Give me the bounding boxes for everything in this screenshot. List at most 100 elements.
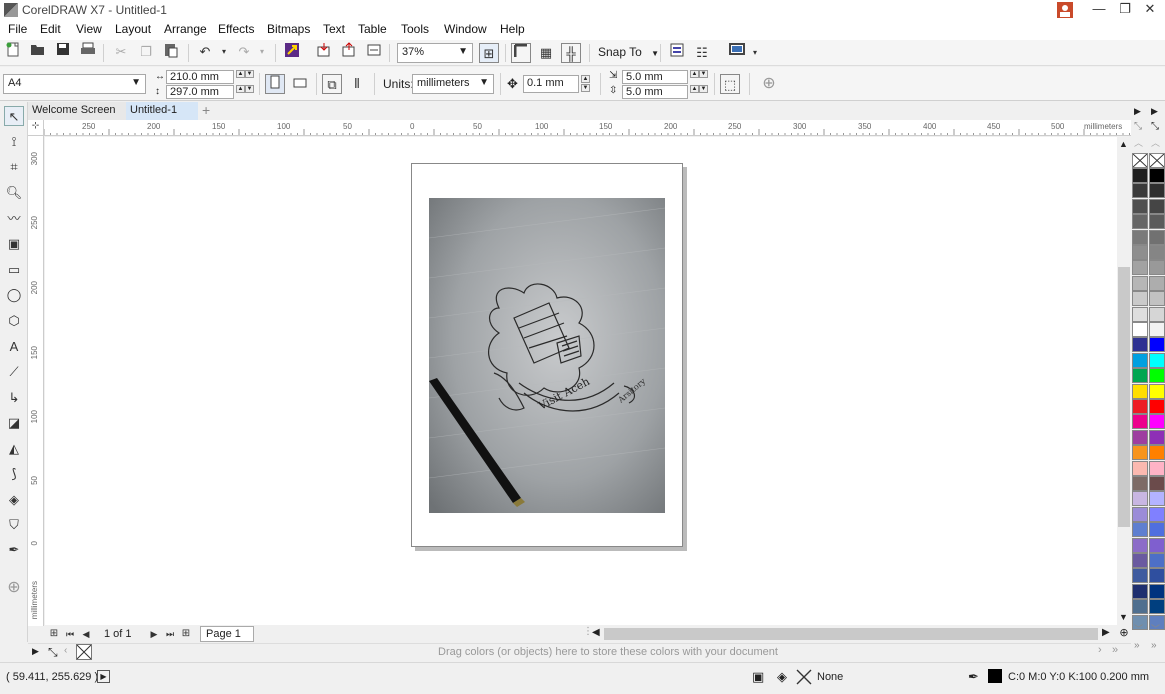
palette-scroll-down-icon[interactable]: ﹀ (1134, 622, 1143, 635)
color-swatch[interactable] (1149, 306, 1165, 322)
full-screen-preview-icon[interactable]: ⊞ (479, 43, 499, 63)
freehand-tool-icon[interactable]: 〰 (4, 209, 24, 229)
eyedropper-icon[interactable]: ⤡ (48, 645, 58, 660)
scroll-right-icon[interactable]: ▶ (1102, 627, 1110, 638)
tab-welcome-screen[interactable]: Welcome Screen (28, 102, 126, 120)
scroll-up-icon[interactable]: ▲ (1119, 139, 1128, 149)
menu-window[interactable]: Window (444, 22, 487, 36)
save-icon[interactable] (53, 42, 73, 62)
dup-x-spin-up[interactable]: ▲ (690, 70, 699, 78)
quick-customize-icon[interactable]: ⊕ (4, 578, 24, 598)
color-swatch[interactable] (1132, 476, 1148, 491)
menu-effects[interactable]: Effects (218, 22, 254, 36)
color-swatch[interactable] (1149, 460, 1165, 476)
drawing-canvas[interactable]: Visit Aceh Arsitory (45, 137, 1117, 625)
menu-file[interactable]: File (8, 22, 27, 36)
color-swatch[interactable] (1132, 399, 1148, 414)
color-swatch[interactable] (1149, 383, 1165, 399)
color-swatch[interactable] (1132, 275, 1148, 291)
welcome-screen-icon[interactable] (727, 43, 747, 63)
vertical-scroll-thumb[interactable] (1118, 267, 1130, 527)
page-height-field[interactable]: 297.0 mm (166, 85, 234, 99)
parallel-dimension-tool-icon[interactable]: ⟋ (4, 362, 24, 382)
color-eyedropper-tool-icon[interactable]: ⟆ (4, 464, 24, 484)
vertical-ruler[interactable]: 300 250 200 150 100 50 0 millimeters (28, 136, 44, 626)
vertical-scrollbar[interactable]: ▲ ▼ (1117, 137, 1131, 625)
color-swatch[interactable] (1132, 506, 1148, 522)
print-icon[interactable] (78, 42, 98, 62)
color-swatch[interactable] (1149, 229, 1165, 245)
paste-icon[interactable] (161, 42, 181, 62)
horizontal-scrollbar[interactable]: ◀ ▶ (590, 626, 1117, 642)
color-swatch[interactable] (1132, 322, 1148, 337)
color-swatch[interactable] (1132, 352, 1148, 368)
outline-pen-tool-icon[interactable]: ✒ (4, 540, 24, 560)
color-swatch[interactable] (1149, 537, 1165, 553)
color-swatch[interactable] (1149, 522, 1165, 538)
color-swatch[interactable] (1132, 599, 1148, 615)
color-swatch[interactable] (1149, 445, 1165, 461)
application-launcher-icon[interactable]: ☷ (692, 43, 712, 63)
new-tab-button[interactable]: + (198, 102, 218, 120)
palette-menu-icon[interactable]: ▶ (32, 646, 39, 657)
menu-arrange[interactable]: Arrange (164, 22, 207, 36)
export-icon[interactable] (339, 42, 359, 62)
all-pages-icon[interactable]: ⧉ (322, 74, 342, 94)
redo-dropdown-icon[interactable]: ▾ (252, 42, 272, 62)
nudge-spin-down[interactable]: ▼ (581, 84, 590, 92)
color-swatch[interactable] (1132, 568, 1148, 584)
publish-pdf-icon[interactable] (364, 42, 384, 62)
color-swatch[interactable] (1149, 599, 1165, 615)
landscape-orientation-icon[interactable] (290, 74, 310, 94)
color-swatch[interactable] (1132, 491, 1148, 507)
color-swatch[interactable] (1149, 568, 1165, 584)
options-icon[interactable] (667, 43, 687, 63)
menu-view[interactable]: View (76, 22, 102, 36)
color-swatch[interactable] (1149, 291, 1165, 307)
menu-tools[interactable]: Tools (401, 22, 429, 36)
color-swatch[interactable] (1132, 245, 1148, 260)
menu-text[interactable]: Text (323, 22, 345, 36)
quick-customize-icon[interactable]: ⊕ (759, 74, 779, 94)
menu-help[interactable]: Help (500, 22, 525, 36)
color-swatch[interactable] (1132, 337, 1148, 353)
width-spin-down[interactable]: ▼ (245, 70, 254, 78)
dup-y-spin-down[interactable]: ▼ (699, 85, 708, 93)
horizontal-scroll-thumb[interactable] (604, 628, 1098, 640)
copy-icon[interactable]: ❐ (136, 42, 156, 62)
color-swatch[interactable] (1132, 291, 1148, 307)
shape-tool-icon[interactable]: ⟟ (4, 132, 24, 152)
color-swatch[interactable] (1132, 306, 1148, 322)
color-swatch[interactable] (1149, 368, 1165, 384)
duplicate-distance-x-field[interactable]: 5.0 mm (622, 70, 688, 84)
palette-scroll-left-icon[interactable]: ‹ (64, 645, 67, 656)
document-palette[interactable]: ▶ ⤡ ‹ Drag colors (or objects) here to s… (28, 643, 1132, 661)
smart-fill-tool-icon[interactable]: ▣ (4, 234, 24, 254)
palette-flyout-icon[interactable]: ▶ (1134, 106, 1141, 117)
color-swatch[interactable] (1149, 183, 1165, 199)
close-button[interactable]: ✕ (1140, 1, 1160, 19)
polygon-tool-icon[interactable]: ⬡ (4, 311, 24, 331)
connector-tool-icon[interactable]: ↳ (4, 388, 24, 408)
ruler-origin-icon[interactable]: ⊹ (28, 120, 44, 135)
page-tab-1[interactable]: Page 1 (200, 626, 254, 642)
palette-scroll-up-icon[interactable]: ︿ (1151, 136, 1160, 149)
dup-y-spin-up[interactable]: ▲ (690, 85, 699, 93)
nudge-spin-up[interactable]: ▲ (581, 75, 590, 83)
imported-bitmap-photo[interactable]: Visit Aceh Arsitory (429, 198, 665, 513)
eyedropper-icon[interactable]: ⤡ (1134, 121, 1142, 132)
zoom-navigator-icon[interactable]: ⊕ (1117, 626, 1131, 642)
page-a4[interactable]: Visit Aceh Arsitory (411, 163, 683, 547)
palette-expand-icon[interactable]: » (1134, 640, 1140, 651)
pick-tool-icon[interactable]: ↖ (4, 106, 24, 126)
color-swatch[interactable] (1132, 445, 1148, 461)
color-swatch[interactable] (1149, 491, 1165, 507)
palette-flyout-icon[interactable]: ▶ (1151, 106, 1158, 117)
height-spin-up[interactable]: ▲ (236, 85, 245, 93)
import-icon[interactable] (314, 42, 334, 62)
units-dropdown[interactable]: millimeters ▼ (412, 74, 494, 94)
color-swatch[interactable] (1149, 322, 1165, 337)
redo-icon[interactable]: ↷ (234, 42, 254, 62)
search-content-icon[interactable] (282, 42, 302, 62)
nudge-distance-field[interactable]: 0.1 mm (523, 75, 579, 93)
